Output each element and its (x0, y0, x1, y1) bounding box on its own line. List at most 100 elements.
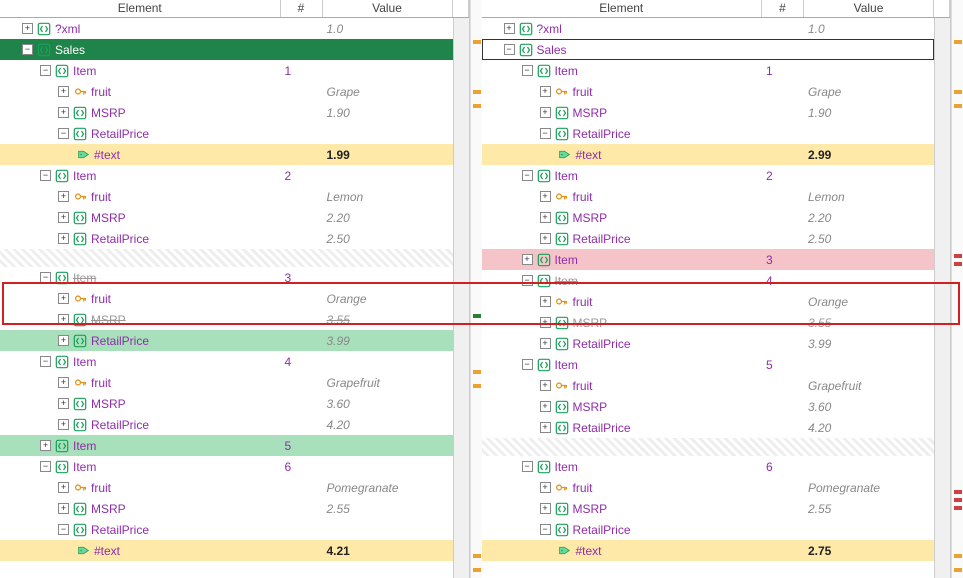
tree-row[interactable]: +Item5 (0, 435, 453, 456)
diff-marker[interactable] (473, 568, 481, 572)
expand-icon[interactable]: + (540, 338, 551, 349)
expand-icon[interactable]: + (540, 422, 551, 433)
tree-row[interactable]: +MSRP1.90 (482, 102, 935, 123)
collapse-icon[interactable]: − (522, 170, 533, 181)
diff-marker[interactable] (954, 490, 962, 494)
tree-row[interactable]: +fruitOrange (0, 288, 453, 309)
diff-marker[interactable] (954, 498, 962, 502)
tree-row[interactable]: +MSRP2.55 (482, 498, 935, 519)
tree-row[interactable]: +MSRP3.60 (0, 393, 453, 414)
tree-row[interactable]: +MSRP2.20 (0, 207, 453, 228)
tree-row[interactable]: +fruitGrapefruit (482, 375, 935, 396)
tree-row[interactable]: #text1.99 (0, 144, 453, 165)
collapse-icon[interactable]: − (40, 170, 51, 181)
tree-row[interactable]: −RetailPrice (482, 519, 935, 540)
tree-row[interactable]: +fruitLemon (0, 186, 453, 207)
diff-marker[interactable] (954, 254, 962, 258)
expand-icon[interactable]: + (58, 212, 69, 223)
expand-icon[interactable]: + (540, 233, 551, 244)
col-value[interactable]: Value (323, 0, 453, 17)
tree-row[interactable]: +RetailPrice3.99 (482, 333, 935, 354)
tree-row[interactable]: +fruitOrange (482, 291, 935, 312)
col-value[interactable]: Value (804, 0, 934, 17)
tree-row[interactable]: +MSRP2.20 (482, 207, 935, 228)
tree-row[interactable]: +fruitGrape (0, 81, 453, 102)
expand-icon[interactable]: + (540, 86, 551, 97)
tree-row[interactable]: −Item1 (482, 60, 935, 81)
tree-row[interactable]: +fruitPomegranate (482, 477, 935, 498)
collapse-icon[interactable]: − (522, 275, 533, 286)
tree-row[interactable]: +MSRP1.90 (0, 102, 453, 123)
expand-icon[interactable]: + (540, 317, 551, 328)
diff-marker[interactable] (473, 554, 481, 558)
expand-icon[interactable]: + (540, 191, 551, 202)
tree-row[interactable]: −Sales (482, 39, 935, 60)
expand-icon[interactable]: + (540, 401, 551, 412)
collapse-icon[interactable]: − (58, 524, 69, 535)
tree-row[interactable]: −RetailPrice (0, 123, 453, 144)
col-num[interactable]: # (762, 0, 804, 17)
expand-icon[interactable]: + (522, 254, 533, 265)
collapse-icon[interactable]: − (522, 359, 533, 370)
tree-row[interactable]: −RetailPrice (482, 123, 935, 144)
collapse-icon[interactable]: − (40, 356, 51, 367)
tree-row[interactable]: +Item3 (482, 249, 935, 270)
diff-marker[interactable] (954, 262, 962, 266)
collapse-icon[interactable]: − (522, 461, 533, 472)
diff-marker[interactable] (954, 554, 962, 558)
tree-row[interactable]: +?xml1.0 (482, 18, 935, 39)
diff-marker[interactable] (473, 104, 481, 108)
expand-icon[interactable]: + (540, 107, 551, 118)
tree-row[interactable]: +MSRP2.55 (0, 498, 453, 519)
tree-row[interactable]: +RetailPrice4.20 (482, 417, 935, 438)
expand-icon[interactable]: + (58, 503, 69, 514)
expand-icon[interactable]: + (58, 233, 69, 244)
collapse-icon[interactable]: − (40, 65, 51, 76)
expand-icon[interactable]: + (22, 23, 33, 34)
diff-marker[interactable] (473, 90, 481, 94)
expand-icon[interactable]: + (58, 482, 69, 493)
right-scrollbar[interactable] (934, 18, 950, 578)
tree-row[interactable]: +fruitLemon (482, 186, 935, 207)
tree-row[interactable]: +?xml1.0 (0, 18, 453, 39)
collapse-icon[interactable]: − (504, 44, 515, 55)
tree-row[interactable]: +MSRP3.55 (482, 312, 935, 333)
tree-row[interactable]: +MSRP3.60 (482, 396, 935, 417)
tree-row[interactable]: −Item6 (482, 456, 935, 477)
diff-marker[interactable] (954, 40, 962, 44)
collapse-icon[interactable]: − (40, 272, 51, 283)
tree-row[interactable]: −Item2 (482, 165, 935, 186)
collapse-icon[interactable]: − (58, 128, 69, 139)
expand-icon[interactable]: + (58, 314, 69, 325)
expand-icon[interactable]: + (58, 293, 69, 304)
tree-row[interactable]: +fruitGrape (482, 81, 935, 102)
expand-icon[interactable]: + (540, 212, 551, 223)
tree-row[interactable]: −RetailPrice (0, 519, 453, 540)
diff-marker[interactable] (473, 314, 481, 318)
tree-row[interactable]: +fruitPomegranate (0, 477, 453, 498)
expand-icon[interactable]: + (540, 503, 551, 514)
diff-marker[interactable] (954, 568, 962, 572)
tree-row[interactable]: #text2.99 (482, 144, 935, 165)
diff-marker[interactable] (954, 506, 962, 510)
expand-icon[interactable]: + (540, 296, 551, 307)
tree-row[interactable]: −Item4 (482, 270, 935, 291)
tree-row[interactable]: +RetailPrice2.50 (0, 228, 453, 249)
left-scrollbar[interactable] (453, 18, 469, 578)
expand-icon[interactable]: + (540, 482, 551, 493)
tree-row[interactable]: #text2.75 (482, 540, 935, 561)
expand-icon[interactable]: + (58, 419, 69, 430)
expand-icon[interactable]: + (58, 107, 69, 118)
expand-icon[interactable]: + (504, 23, 515, 34)
collapse-icon[interactable]: − (540, 128, 551, 139)
expand-icon[interactable]: + (58, 191, 69, 202)
col-element[interactable]: Element (482, 0, 763, 17)
tree-row[interactable]: +RetailPrice3.99 (0, 330, 453, 351)
col-element[interactable]: Element (0, 0, 281, 17)
expand-icon[interactable]: + (40, 440, 51, 451)
tree-row[interactable]: −Item6 (0, 456, 453, 477)
expand-icon[interactable]: + (58, 377, 69, 388)
expand-icon[interactable]: + (58, 335, 69, 346)
tree-row[interactable]: +MSRP3.55 (0, 309, 453, 330)
expand-icon[interactable]: + (540, 380, 551, 391)
